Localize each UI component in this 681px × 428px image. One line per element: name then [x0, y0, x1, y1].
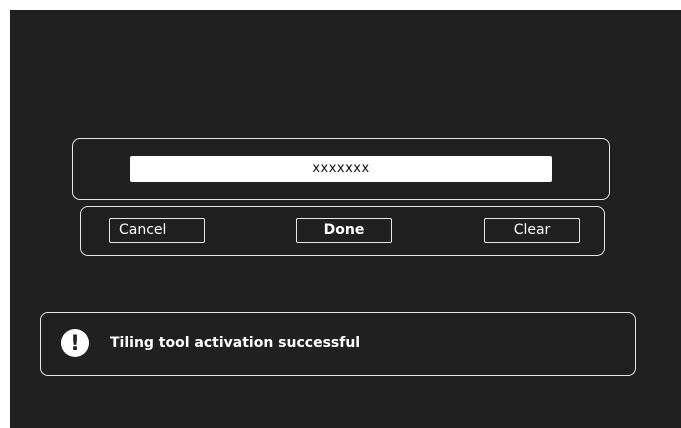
clear-button[interactable]: Clear [484, 218, 580, 243]
notification-toast: ! Tiling tool activation successful [40, 312, 636, 376]
dialog-screen: xxxxxxx Cancel Done Clear ! Tiling tool … [10, 10, 681, 428]
input-panel: xxxxxxx [72, 138, 610, 200]
text-input-field[interactable]: xxxxxxx [130, 156, 552, 182]
done-button[interactable]: Done [296, 218, 392, 243]
cancel-button[interactable]: Cancel [109, 218, 205, 243]
button-bar: Cancel Done Clear [80, 206, 605, 256]
notification-message: Tiling tool activation successful [110, 335, 361, 351]
exclamation-icon: ! [61, 329, 89, 357]
